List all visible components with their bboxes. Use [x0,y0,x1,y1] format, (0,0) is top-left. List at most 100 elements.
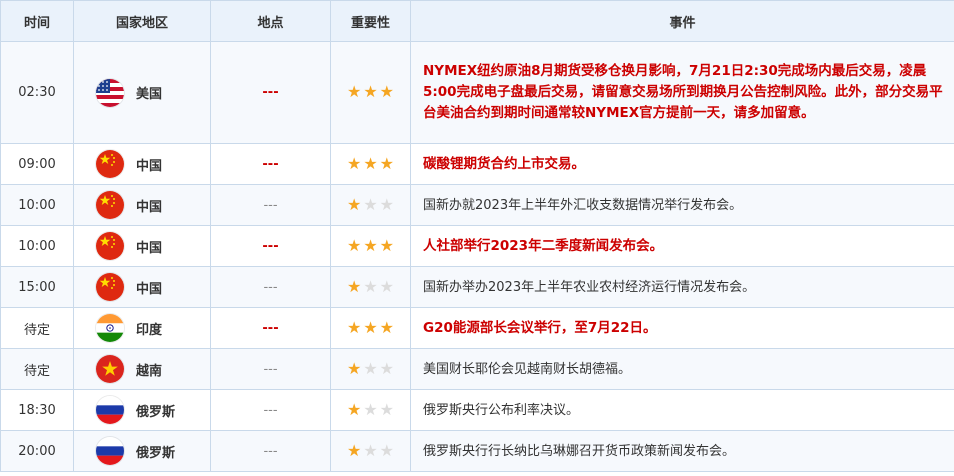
star-empty-icon: ★ [379,440,395,460]
header-importance: 重要性 [330,0,411,42]
importance-stars: ★ ★ ★ [347,440,395,460]
importance-stars: ★ ★ ★ [346,399,395,419]
event-description: NYMEX纽约原油8月期货受移仓换月影响，7月21日2:30完成场内最后交易，凌… [410,41,954,144]
event-time: 18:30 [0,389,74,431]
event-country: 越南 [73,348,211,390]
star-empty-icon: ★ [363,440,378,460]
table-row: 18:30 俄罗斯 --- ★ ★ ★ 俄罗斯央行公布利率决议。 [0,389,954,431]
event-time: 15:00 [0,266,74,308]
country-name: 美国 [136,87,163,102]
event-description: 俄罗斯央行行长纳比乌琳娜召开货币政策新闻发布会。 [410,430,954,472]
star-filled-icon: ★ [346,153,362,173]
china-flag-icon [96,150,124,178]
table-row: 待定 印度 --- ★ ★ ★ G20能源部长会议举行，至7月22日。 [0,307,954,349]
country-name: 中国 [136,199,163,215]
event-importance: ★ ★ ★ [330,225,411,267]
event-description: 碳酸锂期货合约上市交易。 [410,143,954,185]
event-location: --- [210,184,331,226]
vietnam-flag-icon [96,355,124,383]
star-filled-icon: ★ [363,82,378,101]
event-importance: ★ ★ ★ [330,266,411,308]
event-time: 09:00 [0,143,74,185]
importance-stars: ★ ★ ★ [346,235,395,255]
table-row: 10:00 中国 --- ★ ★ ★ 人社部举行2023年二季度新闻发布会。 [0,225,954,267]
event-country: 印度 [73,307,211,349]
event-location: --- [210,225,331,267]
event-location: --- [210,389,331,431]
star-empty-icon: ★ [363,358,378,378]
table-row: 待定 越南 --- ★ ★ ★ 美国财长耶伦会见越南财长胡德福。 [0,348,954,390]
event-location: --- [210,307,331,349]
importance-stars: ★ ★ ★ [346,194,395,214]
event-country: 中国 [73,266,211,308]
event-description: 国新办举办2023年上半年农业农村经济运行情况发布会。 [410,266,954,308]
star-empty-icon: ★ [379,276,395,296]
star-filled-icon: ★ [346,358,362,378]
india-flag-icon [96,314,124,342]
star-filled-icon: ★ [379,235,395,255]
event-description: 人社部举行2023年二季度新闻发布会。 [410,225,954,267]
star-filled-icon: ★ [346,235,362,255]
star-filled-icon: ★ [346,194,362,214]
star-empty-icon: ★ [379,358,395,378]
event-country: 中国 [73,143,211,185]
star-filled-icon: ★ [379,153,395,173]
table-header-row: 时间 国家地区 地点 重要性 事件 [0,0,954,42]
star-empty-icon: ★ [363,399,378,419]
star-empty-icon: ★ [379,399,395,419]
country-name: 俄罗斯 [136,445,176,461]
star-empty-icon: ★ [363,276,378,296]
star-filled-icon: ★ [363,235,378,255]
event-time: 20:00 [0,430,74,472]
economic-calendar-table: 时间 国家地区 地点 重要性 事件 02:30 美国 --- ★ ★ ★ NYMEX纽约原油… [0,0,954,472]
event-description: G20能源部长会议举行，至7月22日。 [410,307,954,349]
star-filled-icon: ★ [379,82,395,101]
table-row: 02:30 美国 --- ★ ★ ★ NYMEX纽约原油8月期货受移仓换月影响，7月21日2… [0,41,954,144]
star-filled-icon: ★ [363,153,378,173]
header-country: 国家地区 [73,0,211,42]
event-time: 10:00 [0,184,74,226]
star-filled-icon: ★ [346,276,362,296]
event-description: 国新办就2023年上半年外汇收支数据情况举行发布会。 [410,184,954,226]
table-row: 10:00 中国 --- ★ ★ ★ 国新办就2023年上半年外汇收支数据情况举行发布会。 [0,184,954,226]
star-filled-icon: ★ [346,82,362,101]
header-time: 时间 [0,0,74,42]
china-flag-icon [96,232,124,260]
star-empty-icon: ★ [363,194,378,214]
china-flag-icon [96,273,124,301]
event-location: --- [210,348,331,390]
russia-flag-icon [96,396,124,424]
event-importance: ★ ★ ★ [330,389,411,431]
event-time: 02:30 [0,41,74,144]
event-time: 待定 [0,307,74,349]
country-name: 中国 [136,158,163,174]
table-row: 09:00 中国 --- ★ ★ ★ 碳酸锂期货合约上市交易。 [0,143,954,185]
country-name: 中国 [136,281,163,297]
star-filled-icon: ★ [346,317,362,337]
event-location: --- [210,143,331,185]
event-location: --- [210,41,331,144]
star-empty-icon: ★ [379,194,395,214]
country-name: 俄罗斯 [136,404,176,420]
importance-stars: ★ ★ ★ [346,317,394,337]
china-flag-icon [96,191,124,219]
event-importance: ★ ★ ★ [330,41,411,144]
star-filled-icon: ★ [346,399,362,419]
us-flag-icon [96,78,124,107]
country-name: 越南 [136,363,163,379]
event-country: 俄罗斯 [73,430,211,472]
country-name: 中国 [136,240,163,256]
event-importance: ★ ★ ★ [330,348,411,390]
header-event: 事件 [410,0,954,42]
event-location: --- [210,430,331,472]
event-importance: ★ ★ ★ [330,307,411,349]
event-importance: ★ ★ ★ [330,184,411,226]
event-description: 俄罗斯央行公布利率决议。 [410,389,954,431]
event-country: 俄罗斯 [73,389,211,431]
event-importance: ★ ★ ★ [330,143,411,185]
table-row: 20:00 俄罗斯 --- ★ ★ ★ 俄罗斯央行行长纳比乌琳娜召开货币政策新闻发布会。 [0,430,954,472]
importance-stars: ★ ★ ★ [346,358,395,378]
table-row: 15:00 中国 --- ★ ★ ★ 国新办举办2023年上半年农业农村经济运行情况发布会。 [0,266,954,308]
event-description: 美国财长耶伦会见越南财长胡德福。 [410,348,954,390]
importance-stars: ★ ★ ★ [347,84,394,100]
